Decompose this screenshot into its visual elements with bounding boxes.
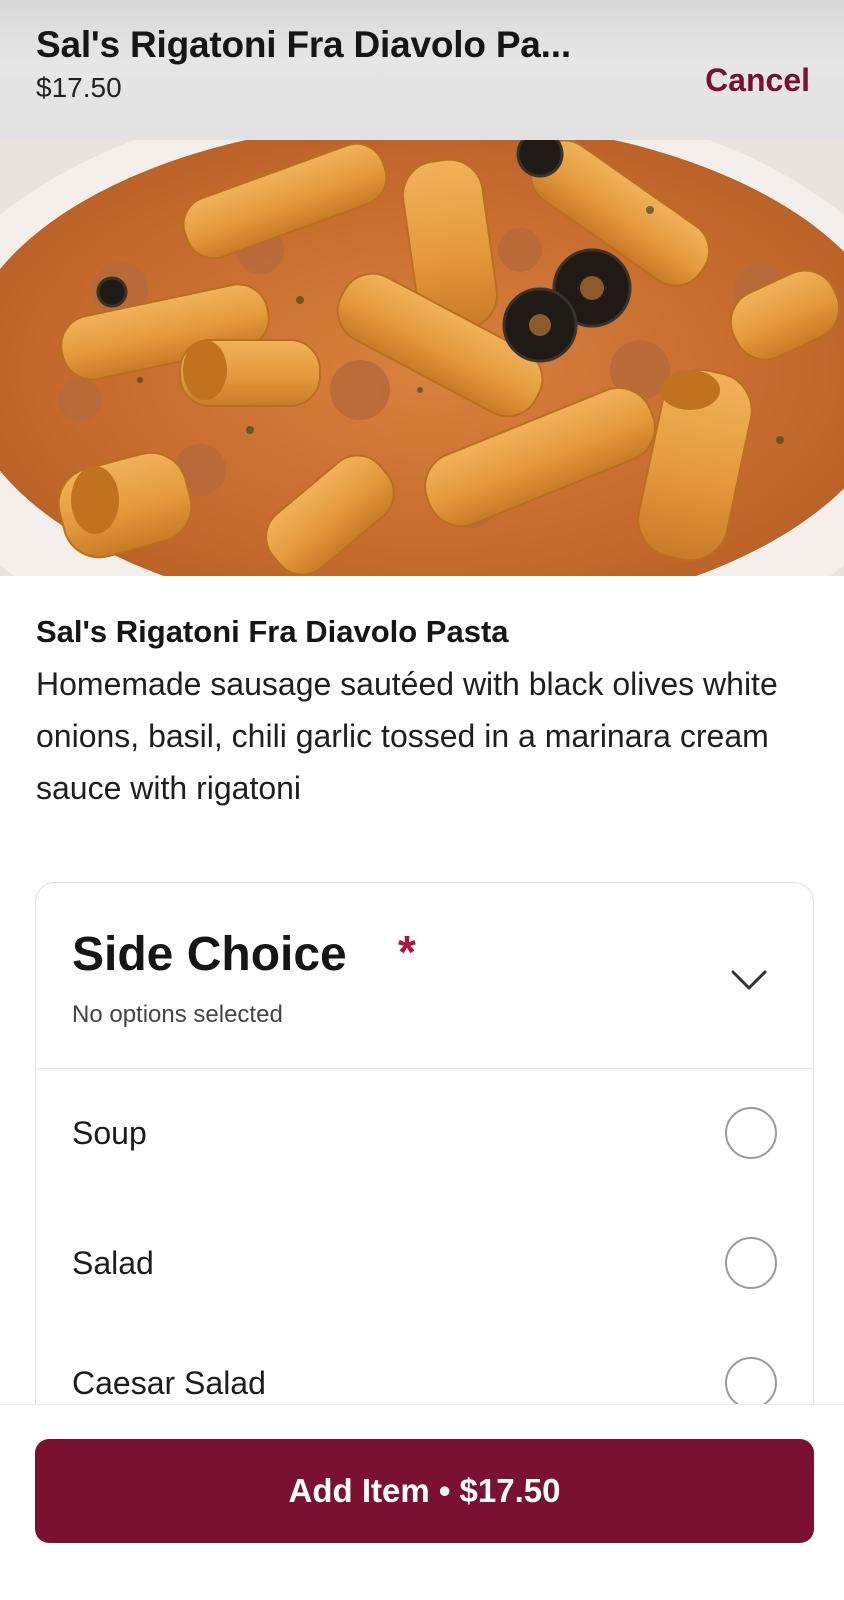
side-choice-title: Side Choice [72, 928, 347, 981]
add-item-button[interactable]: Add Item • $17.50 [35, 1439, 814, 1543]
item-header: Sal's Rigatoni Fra Diavolo Pa... $17.50 … [0, 0, 844, 140]
item-name: Sal's Rigatoni Fra Diavolo Pasta [36, 614, 509, 649]
cancel-button[interactable]: Cancel [705, 62, 810, 99]
side-choice-status: No options selected [72, 1001, 283, 1028]
option-label: Soup [72, 1115, 147, 1151]
option-salad[interactable]: Salad [36, 1199, 813, 1329]
option-label: Caesar Salad [72, 1365, 266, 1401]
radio-button[interactable] [725, 1107, 777, 1159]
option-soup[interactable]: Soup [36, 1069, 813, 1199]
required-indicator: * [398, 926, 416, 978]
header-price: $17.50 [36, 72, 122, 103]
item-description: Homemade sausage sautéed with black oliv… [36, 666, 778, 806]
header-title: Sal's Rigatoni Fra Diavolo Pa... [36, 24, 571, 65]
chevron-down-icon[interactable] [729, 959, 769, 999]
radio-button[interactable] [725, 1237, 777, 1289]
option-label: Salad [72, 1245, 154, 1281]
footer-bar: Add Item • $17.50 [0, 1404, 844, 1600]
item-photo [0, 140, 844, 576]
side-choice-header[interactable]: Side Choice * No options selected [36, 883, 813, 1069]
pasta-image [0, 140, 844, 576]
radio-button[interactable] [725, 1357, 777, 1409]
